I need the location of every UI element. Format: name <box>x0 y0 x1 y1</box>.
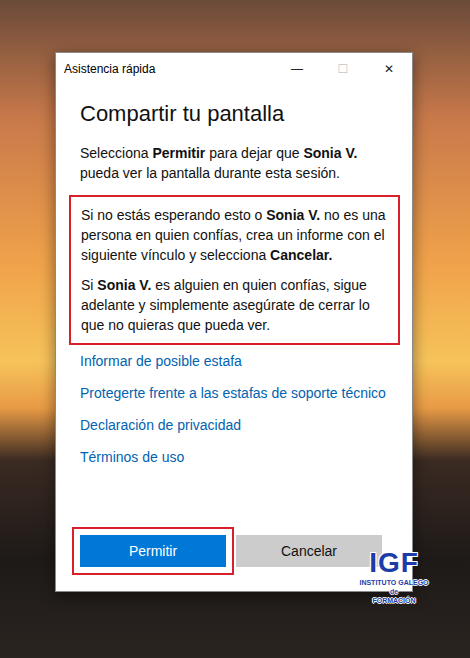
link[interactable]: Protegerte frente a las estafas de sopor… <box>80 383 390 404</box>
heading: Compartir tu pantalla <box>80 101 390 127</box>
window-control[interactable]: — <box>274 53 320 85</box>
bold-text: Sonia V. <box>303 145 357 161</box>
button-frame: Cancelar <box>228 527 390 575</box>
text: Si no estás esperando esto o <box>81 207 266 223</box>
button-frame: Permitir <box>72 527 234 575</box>
window-control[interactable]: ✕ <box>366 53 412 85</box>
bold-text: Cancelar. <box>270 247 332 263</box>
igf-logo: IGFINSTITUTO GALEGOdeFORMACIÓN <box>360 548 428 605</box>
text: Si <box>81 277 97 293</box>
logo-acronym: IGF <box>369 548 419 578</box>
primary-button[interactable]: Permitir <box>80 535 226 567</box>
link[interactable]: Informar de posible estafa <box>80 351 390 372</box>
bold-text: Permitir <box>152 145 205 161</box>
link[interactable]: Declaración de privacidad <box>80 415 390 436</box>
bold-text: Sonia V. <box>97 277 151 293</box>
logo-line: INSTITUTO GALEGO <box>359 578 428 587</box>
text: para dejar que <box>205 145 303 161</box>
secondary-button[interactable]: Cancelar <box>236 535 382 567</box>
logo-line: FORMACIÓN <box>372 596 415 605</box>
quick-assist-window: Asistencia rápida—☐✕Compartir tu pantall… <box>55 52 413 592</box>
warning-box: Si no estás esperando esto o Sonia V. no… <box>69 195 400 345</box>
text: Selecciona <box>80 145 152 161</box>
logo-line: de <box>390 587 398 596</box>
text: pueda ver la pantalla durante esta sesió… <box>80 165 340 181</box>
intro-text: Selecciona Permitir para dejar que Sonia… <box>80 143 390 183</box>
content: Compartir tu pantalla Selecciona Permitir… <box>56 85 412 591</box>
warning-paragraph: Si Sonia V. es alguien en quien confías,… <box>81 275 389 335</box>
window-control: ☐ <box>320 53 366 85</box>
links: Informar de posible estafa Protegerte fre… <box>80 351 390 468</box>
title-bar: Asistencia rápida—☐✕ <box>56 53 412 85</box>
link[interactable]: Términos de uso <box>80 447 390 468</box>
button-row: Permitir Cancelar <box>80 507 390 567</box>
window-title: Asistencia rápida <box>64 62 274 76</box>
bold-text: Sonia V. <box>266 207 320 223</box>
warning-paragraph: Si no estás esperando esto o Sonia V. no… <box>81 205 389 265</box>
desktop: Asistencia rápida—☐✕Compartir tu pantall… <box>0 0 470 658</box>
